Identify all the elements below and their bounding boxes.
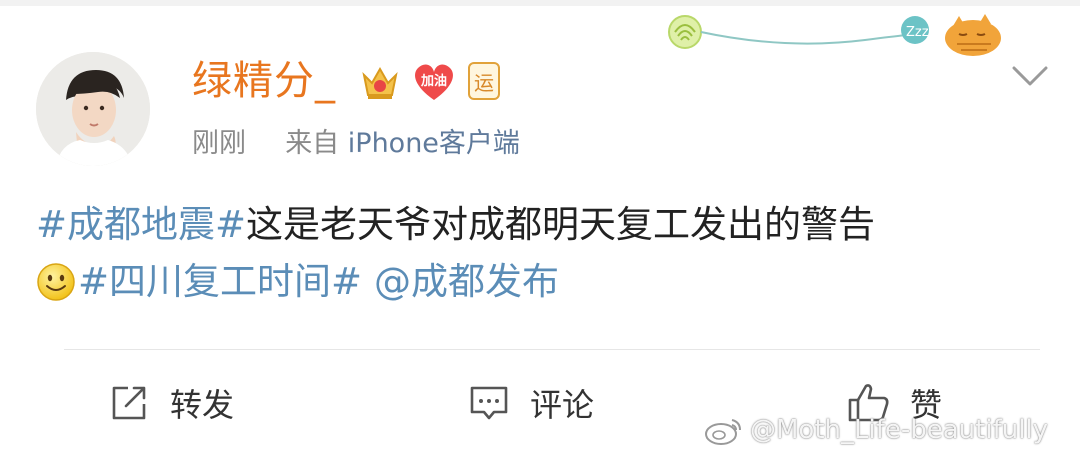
avatar-portrait-icon <box>36 52 150 166</box>
hashtag-link[interactable]: #四川复工时间# <box>78 260 362 303</box>
top-strip <box>0 0 1080 6</box>
comment-label: 评论 <box>530 386 595 424</box>
divider <box>64 349 1040 350</box>
post-time: 刚刚 <box>192 128 246 159</box>
svg-text:Zzz: Zzz <box>906 25 929 40</box>
repost-button[interactable]: 转发 <box>106 378 234 428</box>
crown-badge-icon[interactable] <box>360 61 400 101</box>
yun-badge-text: 运 <box>474 70 494 95</box>
username[interactable]: 绿精分_ <box>192 56 336 106</box>
weibo-logo-icon <box>705 419 741 445</box>
comment-icon <box>470 386 508 420</box>
repost-icon <box>112 386 146 420</box>
mention-link[interactable]: @成都发布 <box>374 260 559 303</box>
watermark: @Moth_Life-beautifully <box>704 414 1048 446</box>
post-meta: 刚刚 来自 iPhone客户端 <box>192 124 520 164</box>
heart-badge-text: 加油 <box>420 74 447 89</box>
comment-button[interactable]: 评论 <box>466 378 594 428</box>
sleeping-cat-decoration-icon: Zzz <box>668 14 1001 56</box>
smile-emoji-icon <box>37 263 75 301</box>
hashtag-link[interactable]: #成都地震# <box>36 203 246 246</box>
repost-label: 转发 <box>170 386 235 424</box>
heart-badge-icon[interactable]: 加油 <box>410 60 458 102</box>
source-prefix: 来自 <box>285 128 340 159</box>
source-client[interactable]: iPhone客户端 <box>348 128 520 159</box>
post-text: 这是老天爷对成都明天复工发出的警告 <box>246 203 876 246</box>
chevron-down-icon[interactable] <box>1010 64 1050 90</box>
watermark-text: @Moth_Life-beautifully <box>750 415 1049 445</box>
post-content: #成都地震#这是老天爷对成都明天复工发出的警告 #四川复工时间# @成都发布 <box>36 196 1046 310</box>
yun-badge-icon[interactable]: 运 <box>468 62 500 100</box>
avatar[interactable] <box>36 52 150 166</box>
user-badges: 加油 运 <box>360 58 500 104</box>
